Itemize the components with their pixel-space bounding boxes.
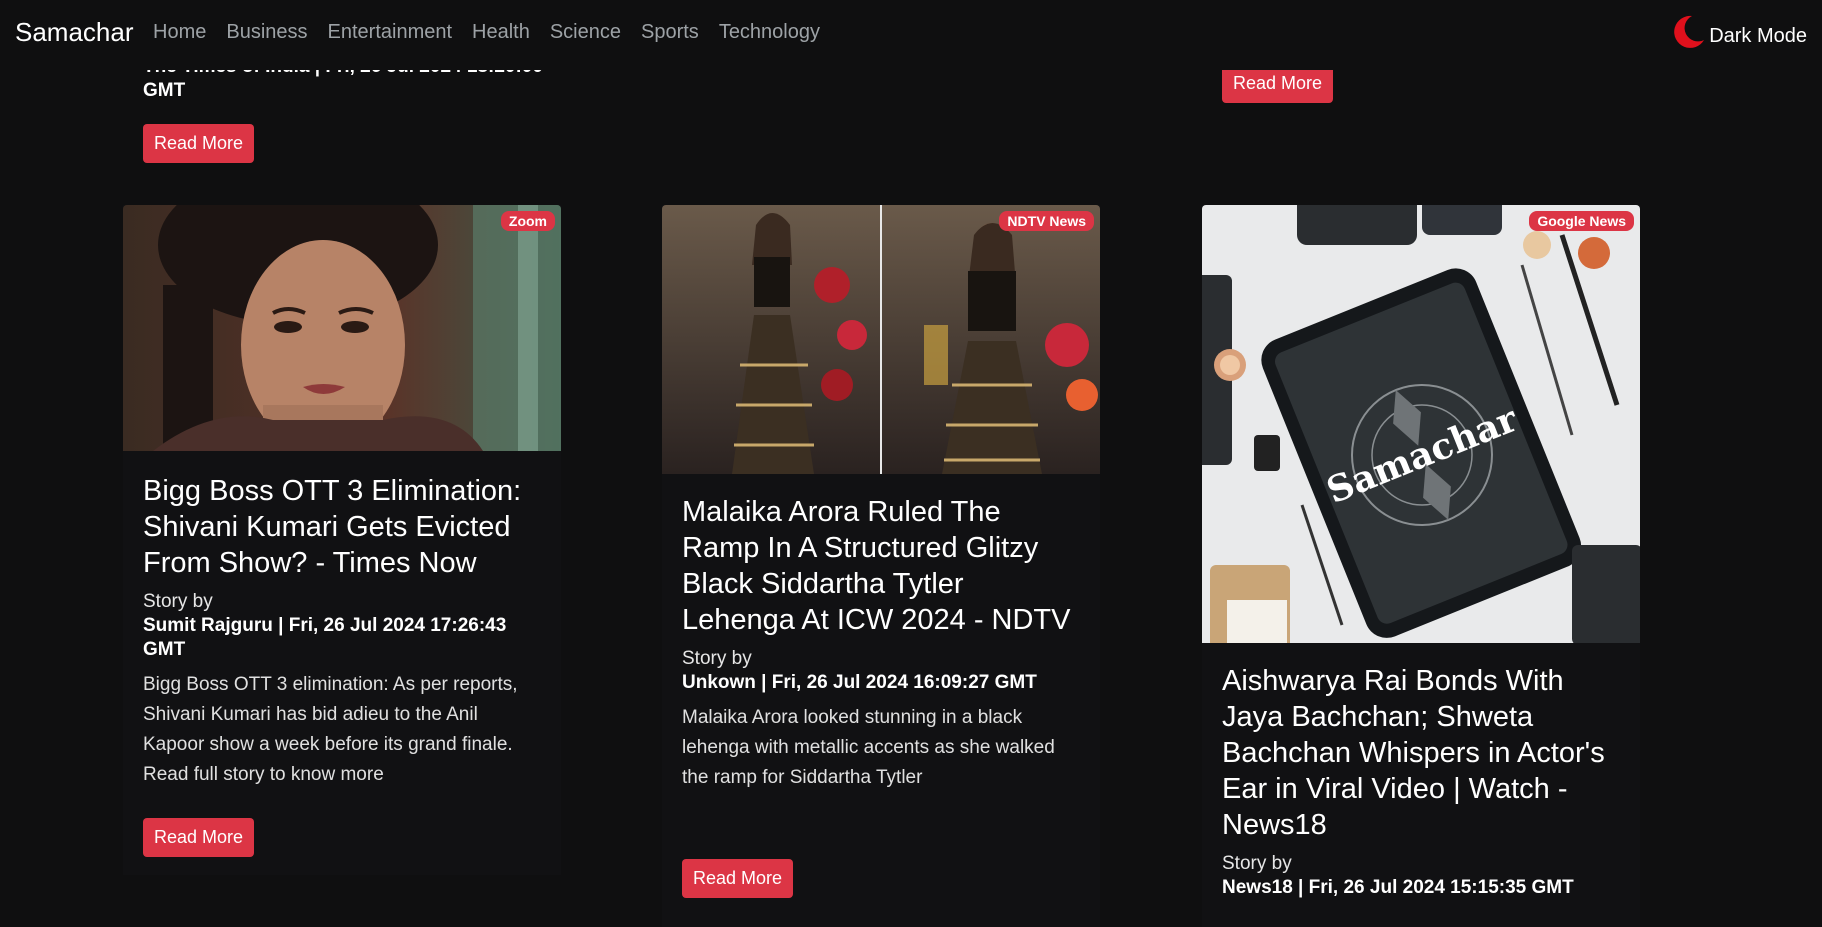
article-byline: Sumit Rajguru | Fri, 26 Jul 2024 17:26:4… xyxy=(143,615,507,660)
article-title: Bigg Boss OTT 3 Elimination: Shivani Kum… xyxy=(143,475,522,579)
nav-link-business[interactable]: Business xyxy=(226,21,307,44)
news-card: NDTV News Malaika Arora Ruled The Ramp I… xyxy=(662,205,1100,927)
dark-mode-toggle[interactable]: Dark Mode xyxy=(1670,14,1807,50)
source-badge: Zoom xyxy=(500,211,555,231)
news-card: Samachar Google News Aishwarya Rai Bonds… xyxy=(1202,205,1640,927)
article-byline: News18 | Fri, 26 Jul 2024 15:15:35 GMT xyxy=(1222,877,1574,898)
news-card: Zoom Bigg Boss OTT 3 Elimination: Shivan… xyxy=(123,205,561,875)
brand-logo[interactable]: Samachar xyxy=(15,17,134,48)
nav-link-health[interactable]: Health xyxy=(472,21,530,44)
story-by-label: Story by xyxy=(143,591,213,612)
article-title: Malaika Arora Ruled The Ramp In A Struct… xyxy=(682,496,1071,636)
article-description: Bigg Boss OTT 3 elimination: As per repo… xyxy=(143,674,518,785)
tablet-graphic: Samachar xyxy=(1202,205,1640,643)
card-body: Aishwarya Rai Bonds With Jaya Bachchan; … xyxy=(1202,663,1640,900)
nav-link-home[interactable]: Home xyxy=(153,21,206,44)
source-badge: Google News xyxy=(1529,211,1634,231)
article-byline: Unkown | Fri, 26 Jul 2024 16:09:27 GMT xyxy=(682,672,1037,693)
story-by-label: Story by xyxy=(1222,853,1292,874)
article-title: Aishwarya Rai Bonds With Jaya Bachchan; … xyxy=(1222,665,1605,841)
article-description: Malaika Arora looked stunning in a black… xyxy=(682,707,1055,788)
article-image[interactable]: Zoom xyxy=(123,205,561,451)
article-image[interactable]: NDTV News xyxy=(662,205,1100,474)
dark-mode-label: Dark Mode xyxy=(1709,25,1807,47)
card-body: Malaika Arora Ruled The Ramp In A Struct… xyxy=(662,494,1100,793)
card-body: Bigg Boss OTT 3 Elimination: Shivani Kum… xyxy=(123,473,561,790)
read-more-button[interactable]: Read More xyxy=(143,124,255,163)
navbar: Samachar Home Business Entertainment Hea… xyxy=(0,0,1822,70)
article-image[interactable]: Samachar Google News xyxy=(1202,205,1640,643)
nav-link-science[interactable]: Science xyxy=(550,21,621,44)
read-more-button[interactable]: Read More xyxy=(682,859,794,898)
runway-photo xyxy=(662,205,1100,474)
nav-link-entertainment[interactable]: Entertainment xyxy=(328,21,453,44)
moon-icon xyxy=(1674,15,1705,48)
nav-link-sports[interactable]: Sports xyxy=(641,21,699,44)
story-by-label: Story by xyxy=(682,648,752,669)
portrait-photo xyxy=(123,205,561,451)
read-more-button[interactable]: Read More xyxy=(143,818,255,857)
nav-link-technology[interactable]: Technology xyxy=(719,21,820,44)
nav-links: Home Business Entertainment Health Scien… xyxy=(153,21,820,44)
source-badge: NDTV News xyxy=(999,211,1094,231)
